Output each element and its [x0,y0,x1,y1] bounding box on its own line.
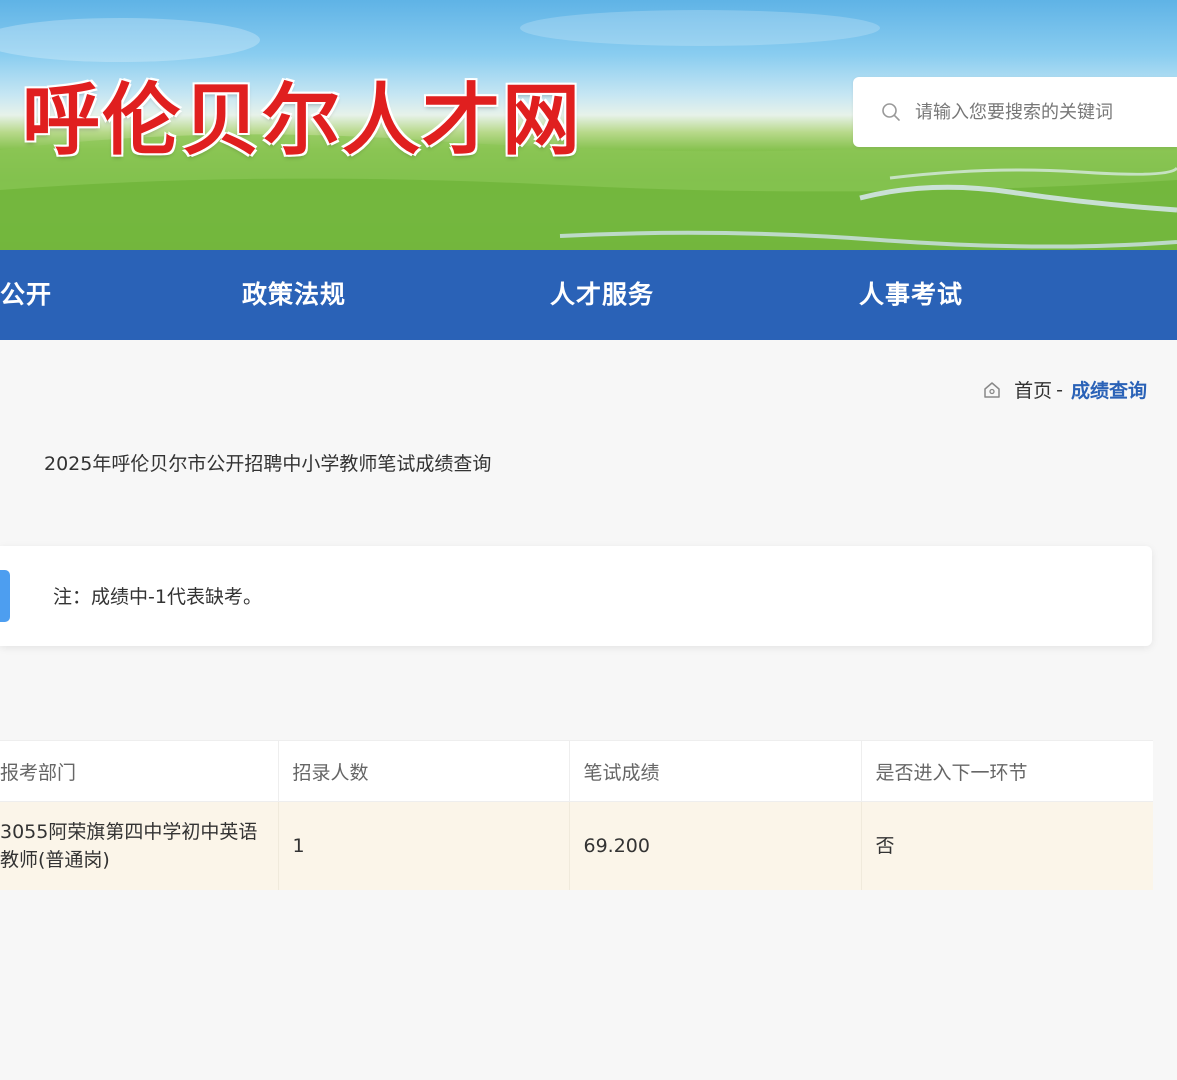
nav-item-personnel-exam[interactable]: 人事考试 [859,250,963,340]
cell-department: 3055阿荣旗第四中学初中英语教师(普通岗) [0,801,279,890]
breadcrumb: 首页 - 成绩查询 [982,376,1147,403]
column-header-recruit-count: 招录人数 [278,740,570,802]
nav-item-policy[interactable]: 政策法规 [242,250,346,340]
main-nav: 公开 政策法规 人才服务 人事考试 [0,250,1177,340]
nav-item-public[interactable]: 公开 [0,250,52,340]
table-header-row: 报考部门 招录人数 笔试成绩 是否进入下一环节 [0,740,1153,802]
breadcrumb-home[interactable]: 首页 [1014,376,1052,403]
column-header-next-stage: 是否进入下一环节 [861,740,1153,802]
search-input[interactable] [915,101,1155,123]
notice-card: 注：成绩中-1代表缺考。 [0,546,1152,646]
breadcrumb-current[interactable]: 成绩查询 [1071,376,1147,403]
cell-next-stage: 否 [861,801,1153,890]
search-box[interactable] [853,77,1177,147]
search-icon[interactable] [881,102,901,122]
nav-item-talent-service[interactable]: 人才服务 [550,250,654,340]
cell-written-score: 69.200 [569,801,862,890]
results-table: 报考部门 招录人数 笔试成绩 是否进入下一环节 3055阿荣旗第四中学初中英语教… [0,740,1153,890]
breadcrumb-separator: - [1056,378,1063,401]
header-banner: 呼伦贝尔人才网 [0,0,1177,250]
page-title: 2025年呼伦贝尔市公开招聘中小学教师笔试成绩查询 [44,453,492,475]
table-row: 3055阿荣旗第四中学初中英语教师(普通岗) 1 69.200 否 [0,801,1153,890]
site-title[interactable]: 呼伦贝尔人才网 [22,58,582,170]
column-header-department: 报考部门 [0,740,279,802]
column-header-written-score: 笔试成绩 [569,740,862,802]
home-icon[interactable] [982,380,1002,400]
notice-text: 注：成绩中-1代表缺考。 [53,586,262,608]
notice-accent-bar [0,570,10,622]
cell-recruit-count: 1 [278,801,570,890]
